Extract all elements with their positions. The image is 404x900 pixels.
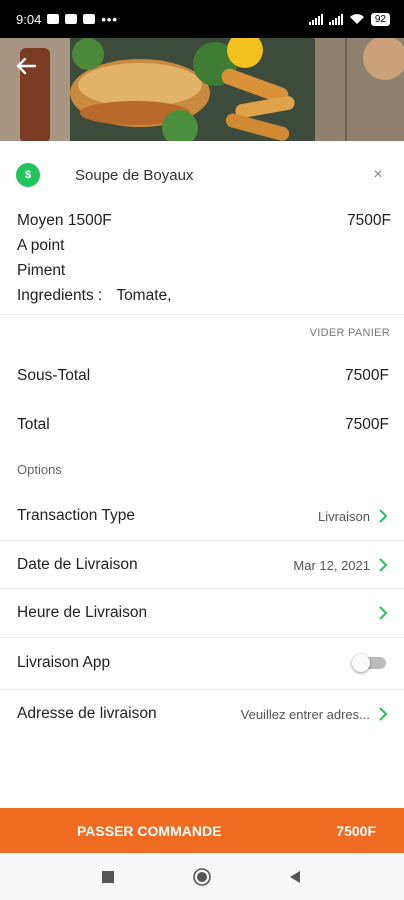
recent-apps-button[interactable]: [99, 868, 117, 886]
food-photo: [0, 38, 404, 141]
status-time: 9:04: [16, 11, 42, 27]
notification-icon: [47, 14, 60, 24]
chevron-right-icon: [379, 707, 388, 721]
square-icon: [102, 871, 114, 883]
status-left: 9:04 •••: [16, 12, 118, 27]
dollar-icon: $: [16, 163, 40, 187]
remove-item-button[interactable]: ×: [368, 166, 388, 184]
subtotal-value: 7500F: [345, 367, 389, 384]
delivery-date-label: Date de Livraison: [17, 556, 138, 573]
home-button[interactable]: [193, 868, 211, 886]
delivery-address-label: Adresse de livraison: [17, 705, 157, 722]
back-nav-button[interactable]: [286, 868, 304, 886]
item-cooking: A point: [17, 237, 65, 254]
subtotal-row: Sous-Total 7500F: [17, 367, 389, 385]
delivery-app-toggle[interactable]: [352, 654, 388, 672]
wifi-icon: [349, 14, 364, 24]
place-order-label: PASSER COMMANDE: [77, 822, 222, 839]
more-notifications-icon: •••: [101, 11, 118, 27]
transaction-type-row[interactable]: Transaction Type Livraison: [0, 492, 404, 540]
chevron-right-icon: [379, 606, 388, 620]
total-label: Total: [17, 416, 50, 433]
item-size-line: Moyen 1500F 7500F: [17, 208, 391, 233]
total-row: Total 7500F: [17, 416, 389, 434]
order-total: 7500F: [336, 822, 376, 839]
status-right: 92: [308, 12, 390, 26]
delivery-time-row[interactable]: Heure de Livraison: [0, 589, 404, 637]
signal-icon: [308, 13, 323, 25]
item-spice: Piment: [17, 262, 66, 279]
system-nav-bar: [0, 853, 404, 900]
divider: [0, 637, 404, 638]
battery-indicator: 92: [370, 12, 390, 26]
ingredients-label: Ingredients :: [17, 287, 103, 304]
subtotal-label: Sous-Total: [17, 367, 91, 384]
clear-cart-button[interactable]: VIDER PANIER: [310, 327, 390, 339]
item-size: Moyen 1500F: [17, 212, 112, 229]
delivery-address-value: Veuillez entrer adres...: [240, 706, 370, 722]
status-bar: 9:04 ••• 92: [0, 0, 404, 38]
delivery-date-row[interactable]: Date de Livraison Mar 12, 2021: [0, 541, 404, 589]
delivery-app-row: Livraison App: [0, 639, 404, 687]
chevron-right-icon: [379, 558, 388, 572]
youtube-icon: [65, 14, 78, 24]
signal-icon-2: [328, 13, 343, 25]
delivery-address-row[interactable]: Adresse de livraison Veuillez entrer adr…: [0, 690, 404, 738]
hero-food-image: [0, 38, 404, 141]
triangle-back-icon: [290, 871, 300, 883]
options-heading: Options: [17, 462, 62, 477]
chevron-right-icon: [379, 509, 388, 523]
ingredients-value: Tomate,: [116, 287, 172, 304]
transaction-type-label: Transaction Type: [17, 507, 136, 524]
toggle-knob: [352, 654, 370, 672]
divider: [0, 314, 404, 315]
delivery-time-label: Heure de Livraison: [17, 604, 148, 621]
item-ingredients: Ingredients : Tomate,: [17, 283, 391, 308]
place-order-button[interactable]: PASSER COMMANDE 7500F: [0, 808, 404, 853]
item-details: Moyen 1500F 7500F A point Piment Ingredi…: [17, 208, 391, 308]
delivery-date-value: Mar 12, 2021: [293, 557, 370, 573]
transaction-type-value: Livraison: [317, 508, 370, 524]
delivery-app-label: Livraison App: [17, 654, 111, 671]
total-value: 7500F: [345, 416, 389, 433]
cart-item-header: $ Soupe de Boyaux ×: [16, 161, 388, 189]
item-name: Soupe de Boyaux: [75, 166, 194, 184]
item-price: 7500F: [347, 212, 391, 229]
arrow-left-icon: [16, 57, 36, 75]
back-button[interactable]: [12, 52, 40, 80]
youtube-icon-2: [83, 14, 96, 24]
circle-icon: [193, 868, 211, 886]
